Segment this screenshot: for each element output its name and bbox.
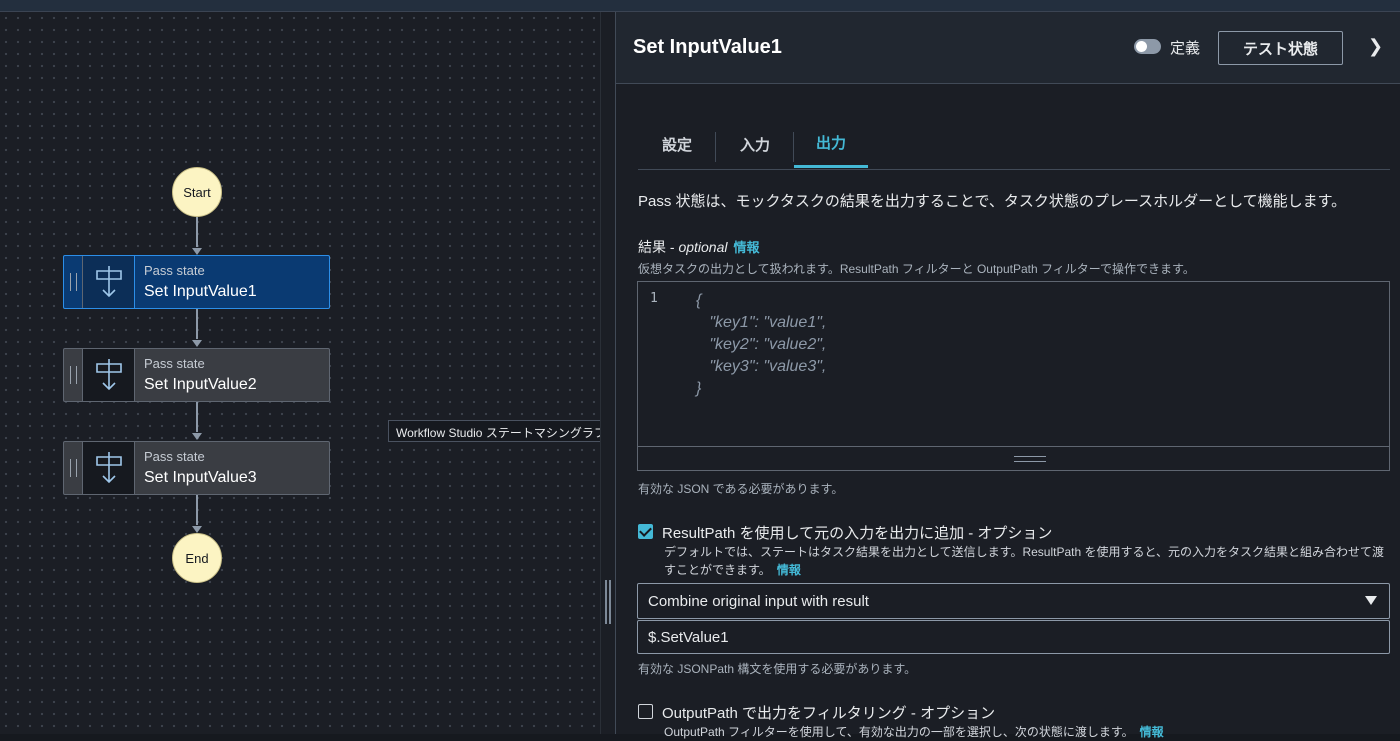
tab-bar: 設定 入力 出力 (638, 120, 1390, 170)
result-path-mode-select[interactable]: Combine original input with result (637, 583, 1390, 619)
panel-resizer[interactable] (600, 12, 616, 734)
caret-down-icon (1365, 596, 1377, 605)
panel-title: Set InputValue1 (633, 36, 782, 58)
node-name: Set InputValue2 (144, 376, 257, 393)
result-json-editor[interactable]: 1 { "key1": "value1", "key2": "value2", … (637, 281, 1390, 471)
editor-resize-handle[interactable] (638, 446, 1389, 470)
state-machine-graph[interactable]: Start Pass state Set InputValue1 Pass st… (0, 12, 600, 734)
json-hint: 有効な JSON である必要があります。 (638, 482, 844, 496)
arrow-3-end (192, 526, 202, 533)
chevron-right-icon[interactable]: ❯ (1368, 36, 1383, 57)
select-value: Combine original input with result (648, 593, 869, 610)
result-path-input[interactable] (637, 620, 1390, 654)
arrow-1-2 (192, 340, 202, 347)
top-bar (0, 0, 1400, 12)
result-label: 結果 - optional 情報 (638, 237, 760, 257)
result-description: 仮想タスクの出力として扱われます。ResultPath フィルターと Outpu… (638, 262, 1195, 276)
tab-settings[interactable]: 設定 (638, 120, 716, 168)
node-name: Set InputValue3 (144, 469, 257, 486)
pass-state-icon (83, 442, 135, 494)
edge-1-2 (196, 309, 198, 339)
panel-header: Set InputValue1 定義 テスト状態 ❯ (616, 12, 1400, 84)
state-node-set-inputvalue2[interactable]: Pass state Set InputValue2 (63, 348, 330, 402)
state-node-set-inputvalue3[interactable]: Pass state Set InputValue3 (63, 441, 330, 495)
node-kind: Pass state (144, 449, 205, 464)
edge-start-1 (196, 217, 198, 247)
edge-3-end (196, 495, 198, 525)
definition-toggle[interactable] (1134, 39, 1161, 54)
drag-handle[interactable] (64, 349, 83, 401)
test-state-button[interactable]: テスト状態 (1218, 31, 1343, 65)
state-node-set-inputvalue1[interactable]: Pass state Set InputValue1 (63, 255, 330, 309)
end-node[interactable]: End (172, 533, 222, 583)
start-node[interactable]: Start (172, 167, 222, 217)
resize-grip-icon[interactable] (605, 580, 611, 624)
result-path-info-link[interactable]: 情報 (777, 563, 801, 577)
jsonpath-hint: 有効な JSONPath 構文を使用する必要があります。 (638, 662, 917, 676)
definition-toggle-label: 定義 (1170, 40, 1201, 57)
tab-output[interactable]: 出力 (794, 120, 868, 168)
result-path-label: ResultPath を使用して元の入力を出力に追加 - オプション (662, 525, 1053, 542)
drag-handle[interactable] (64, 442, 83, 494)
output-path-label: OutputPath で出力をフィルタリング - オプション (662, 705, 996, 722)
inspector-panel: Set InputValue1 定義 テスト状態 ❯ 設定 入力 出力 Pass… (616, 12, 1400, 739)
result-label-text: 結果 - (638, 239, 679, 255)
pass-state-icon (83, 256, 135, 308)
tab-input[interactable]: 入力 (716, 120, 794, 168)
result-path-checkbox[interactable] (638, 524, 653, 539)
result-path-desc-text: デフォルトでは、ステートはタスク結果を出力として送信します。ResultPath… (664, 545, 1384, 577)
output-path-checkbox[interactable] (638, 704, 653, 719)
output-path-info-link[interactable]: 情報 (1140, 725, 1164, 739)
start-label: Start (183, 184, 211, 200)
result-info-link[interactable]: 情報 (734, 240, 760, 255)
end-label: End (185, 550, 209, 566)
state-description: Pass 状態は、モックタスクの結果を出力することで、タスク状態のプレースホルダ… (638, 193, 1347, 210)
graph-tooltip: Workflow Studio ステートマシングラフ (388, 420, 614, 442)
node-name: Set InputValue1 (144, 283, 257, 300)
json-code[interactable]: { "key1": "value1", "key2": "value2", "k… (696, 290, 826, 400)
drag-handle[interactable] (64, 256, 83, 308)
line-number: 1 (650, 291, 658, 306)
node-kind: Pass state (144, 356, 205, 371)
edge-2-3 (196, 402, 198, 432)
output-path-desc-text: OutputPath フィルターを使用して、有効な出力の一部を選択し、次の状態に… (664, 725, 1134, 739)
arrow-2-3 (192, 433, 202, 440)
result-label-optional: optional (678, 239, 728, 255)
pass-state-icon (83, 349, 135, 401)
arrow-start-1 (192, 248, 202, 255)
node-kind: Pass state (144, 263, 205, 278)
result-path-description: デフォルトでは、ステートはタスク結果を出力として送信します。ResultPath… (664, 543, 1394, 579)
output-path-description: OutputPath フィルターを使用して、有効な出力の一部を選択し、次の状態に… (664, 723, 1394, 741)
